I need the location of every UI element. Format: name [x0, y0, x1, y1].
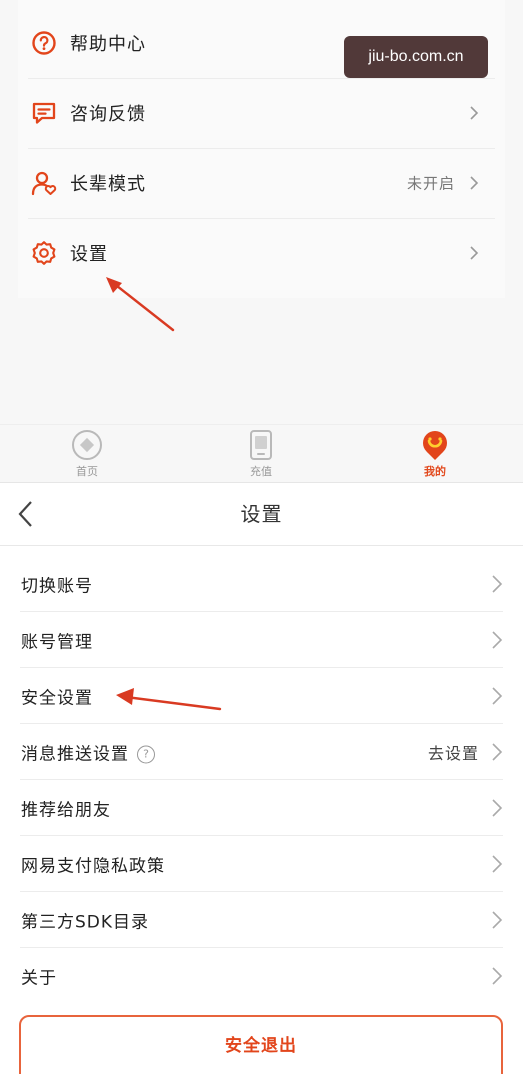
settings-item-label: 账号管理	[21, 632, 93, 653]
annotation-arrow-icon	[106, 277, 175, 332]
settings-gear-icon	[32, 241, 56, 265]
chevron-right-icon	[492, 911, 503, 929]
settings-item-label: 网易支付隐私政策	[21, 856, 165, 877]
chevron-right-icon	[492, 575, 503, 593]
chevron-right-icon	[470, 246, 479, 260]
logout-button[interactable]: 安全退出	[19, 1015, 503, 1074]
menu-item-settings[interactable]: 设置	[28, 218, 495, 288]
settings-item-push-notifications[interactable]: 消息推送设置? 去设置	[0, 724, 523, 780]
home-diamond-icon	[72, 430, 102, 460]
chevron-right-icon	[470, 106, 479, 120]
mine-mascot-icon	[423, 431, 447, 460]
settings-item-about[interactable]: 关于	[0, 948, 523, 1004]
menu-item-feedback[interactable]: 咨询反馈	[28, 78, 495, 149]
settings-page-screenshot: 设置 切换账号 账号管理 安全设置 消息推送设置? 去设置 推荐给朋友 网易支付…	[0, 482, 523, 1074]
tab-label: 我的	[424, 465, 446, 478]
help-circle-icon	[32, 31, 56, 55]
chevron-right-icon	[492, 687, 503, 705]
settings-item-label: 消息推送设置?	[21, 740, 155, 765]
settings-item-text: 消息推送设置	[21, 744, 129, 765]
feedback-message-icon	[32, 102, 56, 124]
settings-item-label: 第三方SDK目录	[21, 912, 150, 933]
recharge-phone-icon	[250, 430, 272, 460]
nav-bar: 设置	[0, 483, 523, 546]
menu-item-elder-mode[interactable]: 长辈模式 未开启	[28, 148, 495, 219]
settings-item-label: 切换账号	[21, 576, 93, 597]
settings-item-sdk-list[interactable]: 第三方SDK目录	[0, 892, 523, 948]
menu-item-label: 设置	[70, 244, 108, 265]
elder-mode-user-icon	[31, 171, 57, 196]
tab-mine[interactable]: 我的	[405, 429, 465, 482]
chevron-right-icon	[492, 631, 503, 649]
bottom-tab-bar: 首页 充值 我的	[0, 424, 523, 482]
page-title: 设置	[240, 502, 283, 526]
settings-item-recommend-friends[interactable]: 推荐给朋友	[0, 780, 523, 836]
watermark: jiu-bo.com.cn	[344, 36, 488, 78]
settings-item-account-management[interactable]: 账号管理	[0, 612, 523, 668]
chevron-right-icon	[492, 743, 503, 761]
chevron-right-icon	[492, 799, 503, 817]
chevron-right-icon	[492, 967, 503, 985]
settings-item-switch-account[interactable]: 切换账号	[0, 556, 523, 612]
chevron-right-icon	[470, 176, 479, 190]
menu-item-label: 帮助中心	[70, 34, 146, 55]
menu-item-label: 咨询反馈	[70, 104, 146, 125]
settings-item-label: 推荐给朋友	[21, 800, 111, 821]
settings-item-payment-privacy[interactable]: 网易支付隐私政策	[0, 836, 523, 892]
tab-recharge[interactable]: 充值	[231, 429, 291, 482]
tab-label: 充值	[250, 465, 272, 478]
menu-item-label: 长辈模式	[70, 174, 146, 195]
my-page-screenshot: 帮助中心 咨询反馈 长辈模式 未开启 设置 jiu-bo.com.cn 首页 充…	[0, 0, 523, 482]
chevron-right-icon	[492, 855, 503, 873]
settings-item-label: 关于	[21, 968, 57, 989]
push-settings-status: 去设置	[427, 744, 479, 763]
annotation-arrow-icon	[116, 688, 222, 711]
tab-label: 首页	[76, 465, 98, 478]
help-question-icon[interactable]: ?	[137, 745, 155, 764]
settings-item-label: 安全设置	[21, 688, 93, 709]
tab-home[interactable]: 首页	[57, 429, 117, 482]
elder-mode-status: 未开启	[406, 174, 455, 193]
settings-item-security[interactable]: 安全设置	[0, 668, 523, 724]
